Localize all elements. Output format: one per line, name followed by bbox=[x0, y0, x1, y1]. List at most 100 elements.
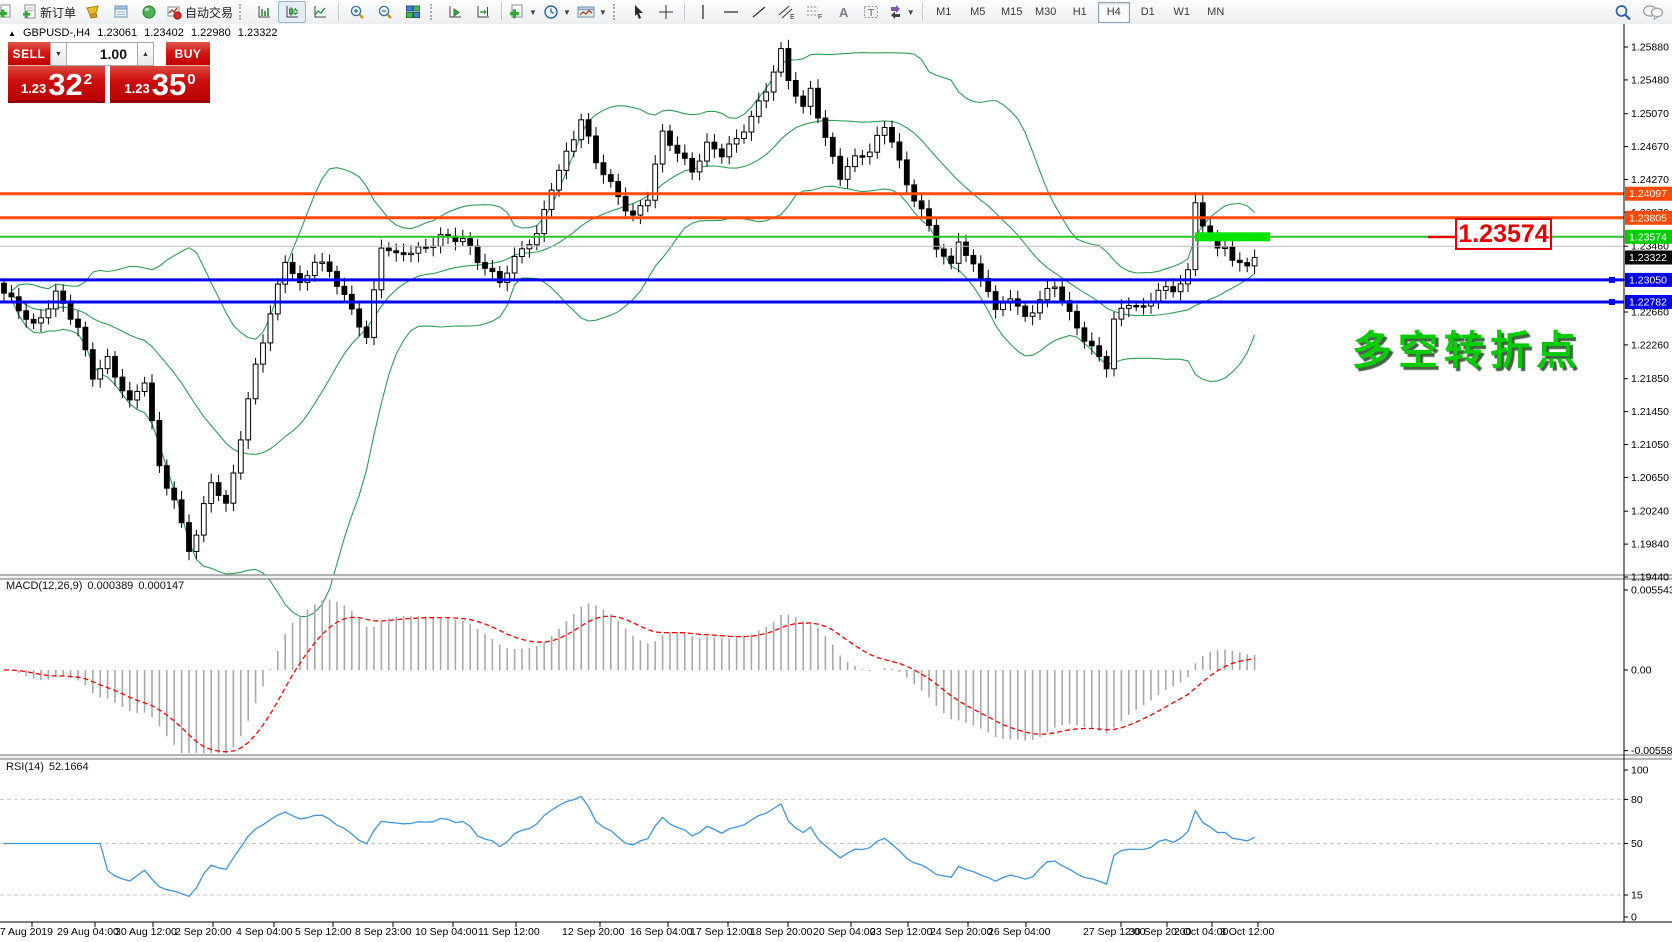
trendline-button[interactable] bbox=[745, 1, 773, 23]
indicators-icon bbox=[509, 4, 525, 20]
toolbar-grip bbox=[430, 4, 437, 20]
data-window-button[interactable] bbox=[107, 1, 135, 23]
svg-text:1.20650: 1.20650 bbox=[1631, 472, 1669, 484]
turning-point-annotation[interactable]: 多空转折点 bbox=[1352, 318, 1582, 376]
svg-text:3 Oct 12:00: 3 Oct 12:00 bbox=[1220, 926, 1274, 938]
svg-text:1.25880: 1.25880 bbox=[1631, 42, 1669, 54]
price-callout-box[interactable]: 1.23574 bbox=[1455, 218, 1552, 250]
text-a-icon: A bbox=[836, 4, 850, 20]
volume-decrease-button[interactable]: ▼ bbox=[50, 42, 67, 66]
svg-text:0: 0 bbox=[1631, 912, 1637, 924]
svg-text:10 Sep 04:00: 10 Sep 04:00 bbox=[415, 926, 478, 938]
chevron-down-icon: ▼ bbox=[907, 8, 915, 17]
zoom-out-icon bbox=[377, 4, 394, 20]
text-label-button[interactable]: T bbox=[857, 1, 885, 23]
buy-price-sup: 0 bbox=[187, 71, 195, 88]
svg-text:1.23322: 1.23322 bbox=[1629, 252, 1667, 264]
timeframe-h1[interactable]: H1 bbox=[1064, 2, 1096, 23]
new-order-icon bbox=[22, 4, 37, 20]
zoom-out-button[interactable] bbox=[371, 1, 399, 23]
svg-text:100: 100 bbox=[1631, 765, 1649, 777]
timeframe-w1[interactable]: W1 bbox=[1166, 2, 1198, 23]
arrow-objects-icon bbox=[888, 4, 903, 20]
scroll-toolbar bbox=[441, 0, 497, 24]
zoom-in-icon bbox=[349, 4, 366, 20]
tile-windows-button[interactable] bbox=[399, 1, 427, 23]
timeframe-d1[interactable]: D1 bbox=[1132, 2, 1164, 23]
arrows-button[interactable]: ▼ bbox=[885, 1, 918, 23]
svg-text:16 Sep 04:00: 16 Sep 04:00 bbox=[630, 926, 693, 938]
ohlc-info-line: ▲ GBPUSD-,H4 1.23061 1.23402 1.22980 1.2… bbox=[8, 27, 282, 39]
toolbar-grip bbox=[239, 4, 246, 20]
timeframe-h4[interactable]: H4 bbox=[1098, 2, 1130, 23]
toolbar-right bbox=[1614, 4, 1664, 21]
favorites-button[interactable] bbox=[79, 1, 107, 23]
svg-text:0.00: 0.00 bbox=[1631, 665, 1652, 677]
timeframe-m15[interactable]: M15 bbox=[996, 2, 1028, 23]
volume-input[interactable]: 1.00 bbox=[67, 42, 137, 66]
community-chat-icon[interactable] bbox=[1642, 4, 1664, 20]
low-value: 1.22980 bbox=[191, 27, 231, 39]
vertical-line-button[interactable] bbox=[689, 1, 717, 23]
buy-button[interactable]: BUY bbox=[166, 42, 210, 66]
trendline-icon bbox=[751, 4, 767, 20]
chart-type-toolbar bbox=[250, 0, 334, 24]
zoom-in-button[interactable] bbox=[343, 1, 371, 23]
auto-scroll-button[interactable] bbox=[441, 1, 469, 23]
clock-icon bbox=[543, 4, 559, 20]
timeframe-mn[interactable]: MN bbox=[1200, 2, 1232, 23]
timeframe-m30[interactable]: M30 bbox=[1030, 2, 1062, 23]
svg-text:11 Sep 12:00: 11 Sep 12:00 bbox=[478, 926, 540, 938]
sell-button[interactable]: SELL bbox=[8, 42, 50, 66]
timeframe-m5[interactable]: M5 bbox=[962, 2, 994, 23]
periods-button[interactable]: ▼ bbox=[540, 1, 574, 23]
new-order-button[interactable]: 新订单 bbox=[19, 1, 79, 23]
fibonacci-button[interactable]: F bbox=[801, 1, 829, 23]
pane-separators[interactable] bbox=[0, 575, 1672, 759]
sell-price-big: 32 bbox=[48, 70, 82, 100]
templates-button[interactable]: ▼ bbox=[574, 1, 610, 23]
text-button[interactable]: A bbox=[829, 1, 857, 23]
macd-value-main: 0.000389 bbox=[87, 580, 133, 592]
horizontal-line-button[interactable] bbox=[717, 1, 745, 23]
svg-text:1.21050: 1.21050 bbox=[1631, 439, 1669, 451]
svg-text:A: A bbox=[839, 5, 849, 20]
candlestick-chart-button[interactable] bbox=[278, 1, 306, 23]
new-chart-icon[interactable] bbox=[0, 1, 19, 23]
open-value: 1.23061 bbox=[97, 27, 137, 39]
search-icon[interactable] bbox=[1614, 4, 1632, 21]
svg-text:15: 15 bbox=[1631, 890, 1643, 902]
sell-price-sup: 2 bbox=[84, 71, 92, 88]
buy-price-big: 35 bbox=[152, 70, 186, 100]
callout-tether bbox=[1428, 236, 1456, 238]
one-click-trading-panel: SELL ▼ 1.00 ▲ BUY 1.23 32 2 1.23 35 0 bbox=[8, 42, 210, 103]
autotrading-button[interactable]: 自动交易 bbox=[163, 1, 236, 23]
svg-text:12 Sep 20:00: 12 Sep 20:00 bbox=[562, 926, 625, 938]
line-chart-button[interactable] bbox=[306, 1, 334, 23]
collapse-triangle-icon[interactable]: ▲ bbox=[8, 29, 16, 38]
new-order-label: 新订单 bbox=[40, 4, 76, 21]
svg-text:T: T bbox=[868, 8, 874, 19]
indicators-button[interactable]: ▼ bbox=[506, 1, 540, 23]
svg-text:1.25070: 1.25070 bbox=[1631, 108, 1669, 120]
sell-price[interactable]: 1.23 32 2 bbox=[8, 66, 105, 103]
bar-chart-button[interactable] bbox=[250, 1, 278, 23]
equidistant-channel-button[interactable]: E bbox=[773, 1, 801, 23]
chart-canvas[interactable]: 1.258801.254801.250701.246701.242701.238… bbox=[0, 24, 1672, 942]
globe-icon bbox=[141, 4, 157, 20]
time-axis[interactable]: 27 Aug 201929 Aug 04:0030 Aug 12:002 Sep… bbox=[0, 922, 1274, 938]
strategy-tester-button[interactable] bbox=[135, 1, 163, 23]
chevron-down-icon: ▼ bbox=[563, 8, 571, 17]
volume-increase-button[interactable]: ▲ bbox=[137, 42, 154, 66]
svg-text:29 Aug 04:00: 29 Aug 04:00 bbox=[57, 926, 119, 938]
rsi-name: RSI(14) bbox=[6, 761, 44, 773]
crosshair-button[interactable] bbox=[652, 1, 680, 23]
horizontal-level-lines[interactable] bbox=[0, 194, 1624, 305]
cursor-button[interactable] bbox=[624, 1, 652, 23]
zoom-toolbar bbox=[343, 0, 427, 24]
timeframe-m1[interactable]: M1 bbox=[928, 2, 960, 23]
svg-text:0.005543: 0.005543 bbox=[1631, 585, 1672, 597]
price-axis[interactable]: 1.258801.254801.250701.246701.242701.238… bbox=[1624, 42, 1672, 924]
chart-shift-button[interactable] bbox=[469, 1, 497, 23]
buy-price[interactable]: 1.23 35 0 bbox=[110, 66, 210, 103]
